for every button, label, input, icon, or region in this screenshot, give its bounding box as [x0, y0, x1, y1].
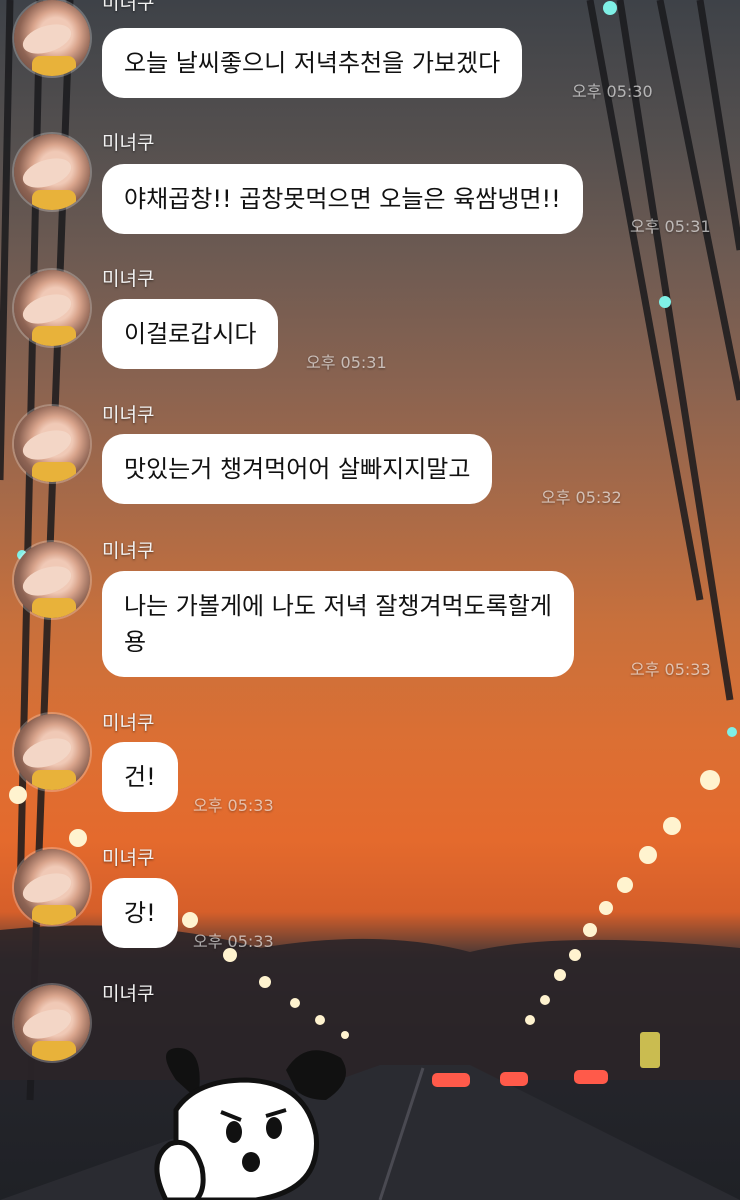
- message-time: 오후 05:33: [630, 660, 711, 679]
- message-line: 나는 가볼게에 나도 저녁 잘챙겨먹도록할게: [124, 592, 552, 620]
- message-bubble[interactable]: 건!: [102, 742, 178, 812]
- message-time: 오후 05:32: [541, 488, 622, 507]
- avatar[interactable]: [14, 406, 90, 482]
- sender-name: 미녀쿠: [102, 983, 155, 1005]
- message-time: 오후 05:33: [193, 932, 274, 951]
- sender-name: 미녀쿠: [102, 712, 155, 734]
- message-line: 용: [124, 628, 147, 656]
- message-bubble[interactable]: 맛있는거 챙겨먹어어 살빠지지말고: [102, 434, 493, 504]
- avatar[interactable]: [14, 542, 90, 618]
- message-bubble[interactable]: 야채곱창!! 곱창못먹으면 오늘은 육쌈냉면!!: [102, 164, 583, 234]
- sender-name: 미녀쿠: [102, 540, 155, 562]
- puppy-sticker-icon[interactable]: [136, 1040, 366, 1203]
- sender-name: 미녀쿠: [102, 268, 155, 290]
- message-bubble[interactable]: 오늘 날씨좋으니 저녁추천을 가보겠다: [102, 28, 523, 98]
- avatar[interactable]: [14, 849, 90, 925]
- avatar[interactable]: [14, 985, 90, 1061]
- message-bubble[interactable]: 나는 가볼게에 나도 저녁 잘챙겨먹도록할게 용: [102, 571, 574, 677]
- message-bubble[interactable]: 강!: [102, 878, 178, 948]
- sender-name: 미녀쿠: [102, 0, 155, 14]
- avatar[interactable]: [14, 270, 90, 346]
- message-time: 오후 05:31: [630, 217, 711, 236]
- message-time: 오후 05:31: [306, 353, 387, 372]
- sender-name: 미녀쿠: [102, 847, 155, 869]
- sender-name: 미녀쿠: [102, 404, 155, 426]
- message-bubble[interactable]: 이걸로갑시다: [102, 299, 279, 369]
- message-time: 오후 05:33: [193, 796, 274, 815]
- avatar[interactable]: [14, 714, 90, 790]
- sender-name: 미녀쿠: [102, 132, 155, 154]
- message-time: 오후 05:30: [572, 82, 653, 101]
- avatar[interactable]: [14, 0, 90, 76]
- avatar[interactable]: [14, 134, 90, 210]
